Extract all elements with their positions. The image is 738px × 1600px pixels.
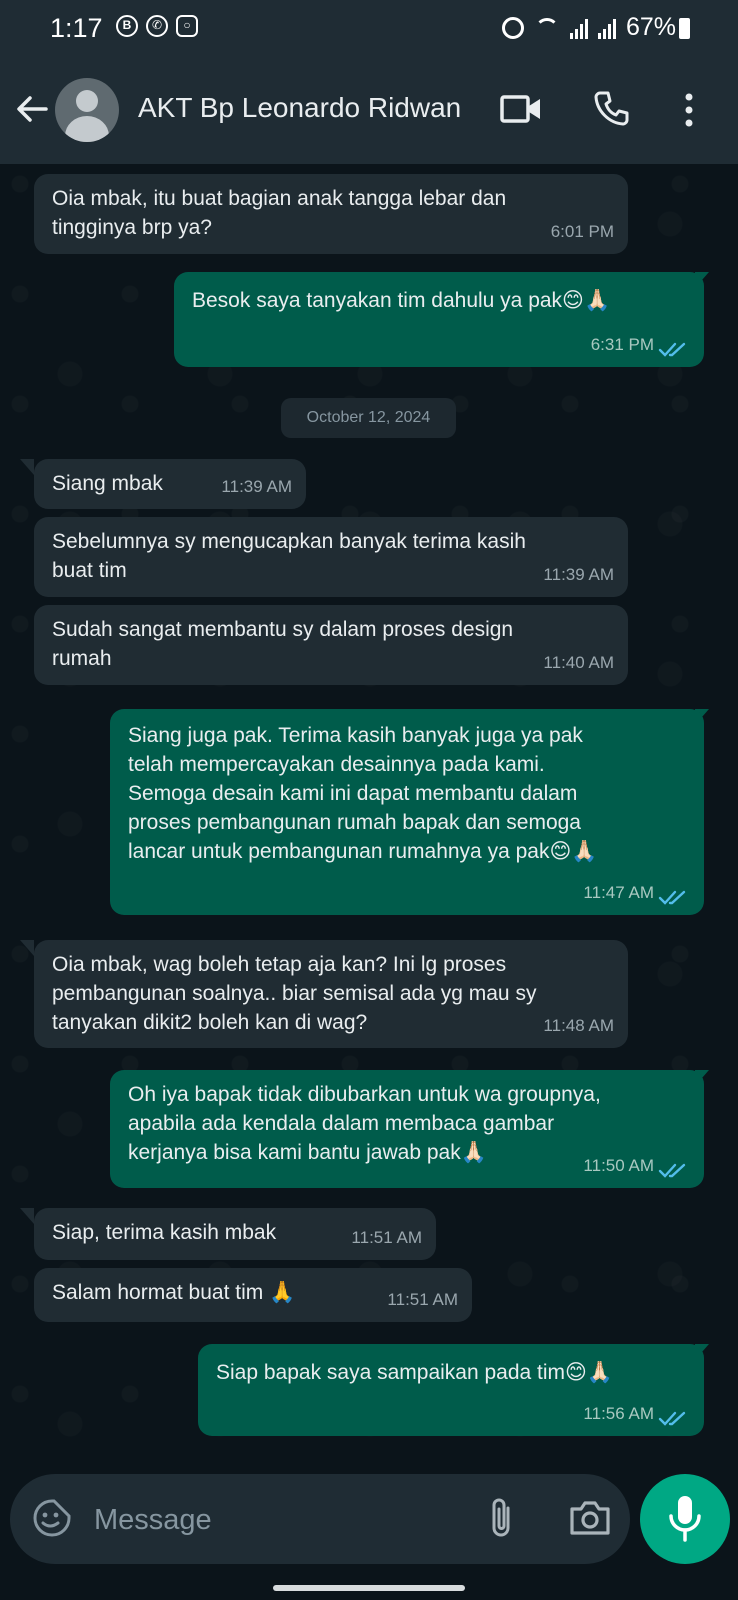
message-bubble-incoming[interactable]: Siap, terima kasih mbak 11:51 AM bbox=[34, 1208, 436, 1260]
status-time: 1:17 bbox=[50, 13, 103, 43]
status-right: 67% bbox=[501, 13, 676, 42]
chat-header: AKT Bp Leonardo Ridwan bbox=[0, 56, 738, 164]
message-bubble-incoming[interactable]: Sudah sangat membantu sy dalam proses de… bbox=[34, 605, 628, 685]
message-text: Sebelumnya sy mengucapkan banyak terima … bbox=[52, 530, 526, 582]
message-time: 11:56 AM bbox=[583, 1404, 654, 1423]
whatsapp-icon: ✆ bbox=[146, 15, 168, 37]
message-bubble-incoming[interactable]: Salam hormat buat tim 🙏 11:51 AM bbox=[34, 1268, 472, 1322]
message-composer bbox=[10, 1474, 630, 1564]
battery-percent: 67% bbox=[625, 13, 676, 41]
bubble-tail bbox=[20, 459, 34, 475]
message-bubble-outgoing[interactable]: Siang juga pak. Terima kasih banyak juga… bbox=[110, 709, 704, 915]
message-time: 11:40 AM bbox=[543, 653, 614, 672]
message-time: 11:50 AM bbox=[583, 1156, 654, 1175]
message-text: Oia mbak, itu buat bagian anak tangga le… bbox=[52, 187, 507, 239]
message-bubble-incoming[interactable]: Oia mbak, itu buat bagian anak tangga le… bbox=[34, 174, 628, 254]
read-ticks-icon bbox=[658, 342, 686, 357]
message-bubble-outgoing[interactable]: Besok saya tanyakan tim dahulu ya pak😊🙏🏻… bbox=[174, 272, 704, 367]
signal-icon-2 bbox=[597, 17, 616, 39]
message-bubble-outgoing[interactable]: Oh iya bapak tidak dibubarkan untuk wa g… bbox=[110, 1070, 704, 1188]
voice-message-button[interactable] bbox=[640, 1474, 730, 1564]
date-chip: October 12, 2024 bbox=[281, 398, 456, 438]
message-text: Besok saya tanyakan tim dahulu ya pak😊🙏🏻 bbox=[192, 289, 611, 312]
video-call-icon[interactable] bbox=[500, 94, 542, 124]
b-icon: B bbox=[116, 15, 138, 37]
message-time: 11:47 AM bbox=[583, 883, 654, 902]
contact-name[interactable]: AKT Bp Leonardo Ridwan bbox=[138, 92, 461, 124]
microphone-icon bbox=[669, 1496, 701, 1542]
message-time: 11:48 AM bbox=[543, 1016, 614, 1035]
instagram-icon: ○ bbox=[176, 15, 198, 37]
camera-icon[interactable] bbox=[568, 1498, 612, 1538]
message-time: 11:39 AM bbox=[221, 477, 292, 496]
status-bar: 1:17 B ✆ ○ 67% bbox=[0, 0, 738, 56]
bubble-tail bbox=[20, 940, 34, 956]
notification-icons: B ✆ ○ bbox=[116, 15, 198, 37]
back-arrow-icon[interactable] bbox=[14, 91, 50, 127]
more-options-icon[interactable] bbox=[684, 92, 694, 128]
message-input[interactable] bbox=[92, 1492, 456, 1548]
alarm-icon bbox=[501, 16, 524, 39]
bubble-tail bbox=[20, 1208, 34, 1224]
chat-area[interactable]: Oia mbak, itu buat bagian anak tangga le… bbox=[0, 164, 738, 1454]
message-time: 11:39 AM bbox=[543, 565, 614, 584]
message-bubble-incoming[interactable]: Oia mbak, wag boleh tetap aja kan? Ini l… bbox=[34, 940, 628, 1048]
message-bubble-incoming[interactable]: Siang mbak 11:39 AM bbox=[34, 459, 306, 509]
paperclip-icon[interactable] bbox=[486, 1496, 516, 1540]
avatar[interactable] bbox=[55, 78, 119, 142]
signal-icon bbox=[569, 17, 588, 39]
read-ticks-icon bbox=[658, 1411, 686, 1426]
read-ticks-icon bbox=[658, 1163, 686, 1178]
message-time: 6:01 PM bbox=[550, 222, 614, 241]
sticker-emoji-icon[interactable] bbox=[32, 1498, 72, 1538]
phone-call-icon[interactable] bbox=[594, 90, 630, 126]
message-bubble-outgoing[interactable]: Siap bapak saya sampaikan pada tim😊🙏🏻 11… bbox=[198, 1344, 704, 1436]
message-time: 6:31 PM bbox=[590, 335, 654, 354]
message-text: Siang juga pak. Terima kasih banyak juga… bbox=[128, 724, 598, 863]
battery-icon bbox=[679, 18, 690, 39]
message-text: Oia mbak, wag boleh tetap aja kan? Ini l… bbox=[52, 953, 537, 1034]
message-time: 11:51 AM bbox=[387, 1290, 458, 1309]
message-time: 11:51 AM bbox=[351, 1228, 422, 1247]
wifi-icon bbox=[534, 17, 560, 38]
message-bubble-incoming[interactable]: Sebelumnya sy mengucapkan banyak terima … bbox=[34, 517, 628, 597]
message-text: Sudah sangat membantu sy dalam proses de… bbox=[52, 618, 514, 670]
read-ticks-icon bbox=[658, 890, 686, 905]
message-text: Siap bapak saya sampaikan pada tim😊🙏🏻 bbox=[216, 1361, 614, 1384]
gesture-navigation-bar[interactable] bbox=[273, 1585, 465, 1591]
